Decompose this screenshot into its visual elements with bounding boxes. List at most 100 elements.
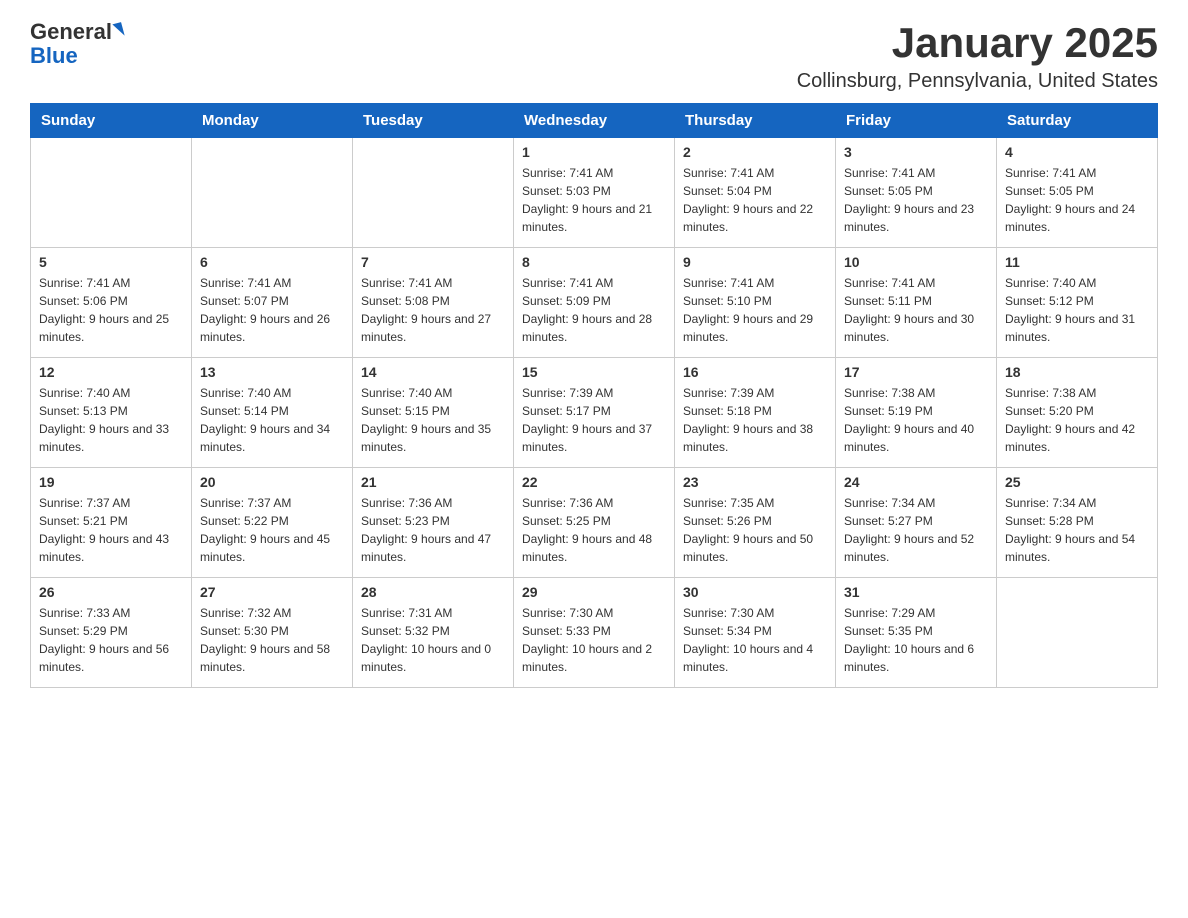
day-number: 31 [844, 584, 988, 600]
day-info: Sunrise: 7:36 AMSunset: 5:23 PMDaylight:… [361, 494, 505, 566]
calendar-cell: 10 Sunrise: 7:41 AMSunset: 5:11 PMDayligh… [836, 248, 997, 358]
calendar-table: Sunday Monday Tuesday Wednesday Thursday… [30, 103, 1158, 688]
calendar-cell: 5 Sunrise: 7:41 AMSunset: 5:06 PMDaylight… [31, 248, 192, 358]
calendar-cell: 13Sunrise: 7:40 AMSunset: 5:14 PMDayligh… [192, 358, 353, 468]
calendar-week-row: 1Sunrise: 7:41 AMSunset: 5:03 PMDaylight… [31, 138, 1158, 248]
logo: General Blue [30, 20, 123, 68]
day-info: Sunrise: 7:41 AMSunset: 5:05 PMDaylight:… [844, 164, 988, 236]
day-info: Sunrise: 7:35 AMSunset: 5:26 PMDaylight:… [683, 494, 827, 566]
calendar-cell: 24Sunrise: 7:34 AMSunset: 5:27 PMDayligh… [836, 468, 997, 578]
col-sunday: Sunday [31, 104, 192, 138]
day-number: 14 [361, 364, 505, 380]
day-number: 26 [39, 584, 183, 600]
col-thursday: Thursday [675, 104, 836, 138]
calendar-cell: 2 Sunrise: 7:41 AMSunset: 5:04 PMDaylight… [675, 138, 836, 248]
calendar-cell [31, 138, 192, 248]
day-number: 29 [522, 584, 666, 600]
day-info: Sunrise: 7:41 AMSunset: 5:06 PMDaylight:… [39, 274, 183, 346]
title-block: January 2025 Collinsburg, Pennsylvania, … [797, 20, 1158, 93]
day-info: Sunrise: 7:41 AMSunset: 5:05 PMDaylight:… [1005, 164, 1149, 236]
day-info: Sunrise: 7:41 AMSunset: 5:09 PMDaylight:… [522, 274, 666, 346]
day-info: Sunrise: 7:34 AMSunset: 5:28 PMDaylight:… [1005, 494, 1149, 566]
page-header: General Blue January 2025 Collinsburg, P… [30, 20, 1158, 93]
day-info: Sunrise: 7:41 AMSunset: 5:08 PMDaylight:… [361, 274, 505, 346]
day-number: 15 [522, 364, 666, 380]
col-monday: Monday [192, 104, 353, 138]
col-wednesday: Wednesday [514, 104, 675, 138]
calendar-cell: 11Sunrise: 7:40 AMSunset: 5:12 PMDayligh… [997, 248, 1158, 358]
col-saturday: Saturday [997, 104, 1158, 138]
calendar-cell: 14 Sunrise: 7:40 AMSunset: 5:15 PMDayligh… [353, 358, 514, 468]
calendar-cell: 17Sunrise: 7:38 AMSunset: 5:19 PMDayligh… [836, 358, 997, 468]
day-info: Sunrise: 7:30 AMSunset: 5:33 PMDaylight:… [522, 604, 666, 676]
calendar-cell: 27 Sunrise: 7:32 AMSunset: 5:30 PMDayligh… [192, 578, 353, 688]
calendar-cell: 20 Sunrise: 7:37 AMSunset: 5:22 PMDayligh… [192, 468, 353, 578]
day-number: 8 [522, 254, 666, 270]
day-number: 27 [200, 584, 344, 600]
calendar-cell: 26 Sunrise: 7:33 AMSunset: 5:29 PMDayligh… [31, 578, 192, 688]
calendar-cell: 18 Sunrise: 7:38 AMSunset: 5:20 PMDayligh… [997, 358, 1158, 468]
calendar-cell [997, 578, 1158, 688]
day-info: Sunrise: 7:32 AMSunset: 5:30 PMDaylight:… [200, 604, 344, 676]
calendar-cell: 19 Sunrise: 7:37 AMSunset: 5:21 PMDayligh… [31, 468, 192, 578]
day-number: 7 [361, 254, 505, 270]
calendar-cell [192, 138, 353, 248]
calendar-week-row: 12 Sunrise: 7:40 AMSunset: 5:13 PMDayligh… [31, 358, 1158, 468]
day-info: Sunrise: 7:38 AMSunset: 5:20 PMDaylight:… [1005, 384, 1149, 456]
calendar-header-row: Sunday Monday Tuesday Wednesday Thursday… [31, 104, 1158, 138]
day-number: 16 [683, 364, 827, 380]
day-number: 25 [1005, 474, 1149, 490]
day-info: Sunrise: 7:40 AMSunset: 5:13 PMDaylight:… [39, 384, 183, 456]
day-number: 18 [1005, 364, 1149, 380]
day-number: 22 [522, 474, 666, 490]
day-info: Sunrise: 7:31 AMSunset: 5:32 PMDaylight:… [361, 604, 505, 676]
day-info: Sunrise: 7:40 AMSunset: 5:15 PMDaylight:… [361, 384, 505, 456]
calendar-cell: 1Sunrise: 7:41 AMSunset: 5:03 PMDaylight… [514, 138, 675, 248]
day-info: Sunrise: 7:41 AMSunset: 5:11 PMDaylight:… [844, 274, 988, 346]
day-info: Sunrise: 7:30 AMSunset: 5:34 PMDaylight:… [683, 604, 827, 676]
calendar-title: January 2025 [797, 20, 1158, 66]
day-number: 23 [683, 474, 827, 490]
calendar-cell: 9Sunrise: 7:41 AMSunset: 5:10 PMDaylight… [675, 248, 836, 358]
day-number: 2 [683, 144, 827, 160]
calendar-week-row: 26 Sunrise: 7:33 AMSunset: 5:29 PMDayligh… [31, 578, 1158, 688]
day-number: 11 [1005, 254, 1149, 270]
day-number: 4 [1005, 144, 1149, 160]
calendar-subtitle: Collinsburg, Pennsylvania, United States [797, 70, 1158, 93]
logo-arrow-icon [112, 22, 124, 38]
day-info: Sunrise: 7:41 AMSunset: 5:07 PMDaylight:… [200, 274, 344, 346]
day-info: Sunrise: 7:37 AMSunset: 5:22 PMDaylight:… [200, 494, 344, 566]
calendar-cell: 28 Sunrise: 7:31 AMSunset: 5:32 PMDayligh… [353, 578, 514, 688]
calendar-cell: 3 Sunrise: 7:41 AMSunset: 5:05 PMDaylight… [836, 138, 997, 248]
calendar-cell: 16 Sunrise: 7:39 AMSunset: 5:18 PMDayligh… [675, 358, 836, 468]
calendar-cell: 12 Sunrise: 7:40 AMSunset: 5:13 PMDayligh… [31, 358, 192, 468]
day-number: 20 [200, 474, 344, 490]
day-info: Sunrise: 7:34 AMSunset: 5:27 PMDaylight:… [844, 494, 988, 566]
calendar-cell: 22 Sunrise: 7:36 AMSunset: 5:25 PMDayligh… [514, 468, 675, 578]
day-info: Sunrise: 7:38 AMSunset: 5:19 PMDaylight:… [844, 384, 988, 456]
day-info: Sunrise: 7:41 AMSunset: 5:10 PMDaylight:… [683, 274, 827, 346]
calendar-cell: 15 Sunrise: 7:39 AMSunset: 5:17 PMDayligh… [514, 358, 675, 468]
day-number: 28 [361, 584, 505, 600]
day-info: Sunrise: 7:37 AMSunset: 5:21 PMDaylight:… [39, 494, 183, 566]
logo-general-text: General [30, 20, 112, 44]
day-number: 12 [39, 364, 183, 380]
calendar-cell: 23 Sunrise: 7:35 AMSunset: 5:26 PMDayligh… [675, 468, 836, 578]
calendar-cell: 8 Sunrise: 7:41 AMSunset: 5:09 PMDaylight… [514, 248, 675, 358]
col-friday: Friday [836, 104, 997, 138]
day-number: 10 [844, 254, 988, 270]
calendar-cell [353, 138, 514, 248]
day-info: Sunrise: 7:29 AMSunset: 5:35 PMDaylight:… [844, 604, 988, 676]
day-info: Sunrise: 7:39 AMSunset: 5:18 PMDaylight:… [683, 384, 827, 456]
calendar-cell: 25 Sunrise: 7:34 AMSunset: 5:28 PMDayligh… [997, 468, 1158, 578]
day-number: 19 [39, 474, 183, 490]
calendar-week-row: 19 Sunrise: 7:37 AMSunset: 5:21 PMDayligh… [31, 468, 1158, 578]
day-info: Sunrise: 7:36 AMSunset: 5:25 PMDaylight:… [522, 494, 666, 566]
day-number: 3 [844, 144, 988, 160]
day-info: Sunrise: 7:39 AMSunset: 5:17 PMDaylight:… [522, 384, 666, 456]
day-number: 5 [39, 254, 183, 270]
day-info: Sunrise: 7:33 AMSunset: 5:29 PMDaylight:… [39, 604, 183, 676]
day-number: 13 [200, 364, 344, 380]
day-info: Sunrise: 7:41 AMSunset: 5:04 PMDaylight:… [683, 164, 827, 236]
calendar-cell: 21Sunrise: 7:36 AMSunset: 5:23 PMDayligh… [353, 468, 514, 578]
